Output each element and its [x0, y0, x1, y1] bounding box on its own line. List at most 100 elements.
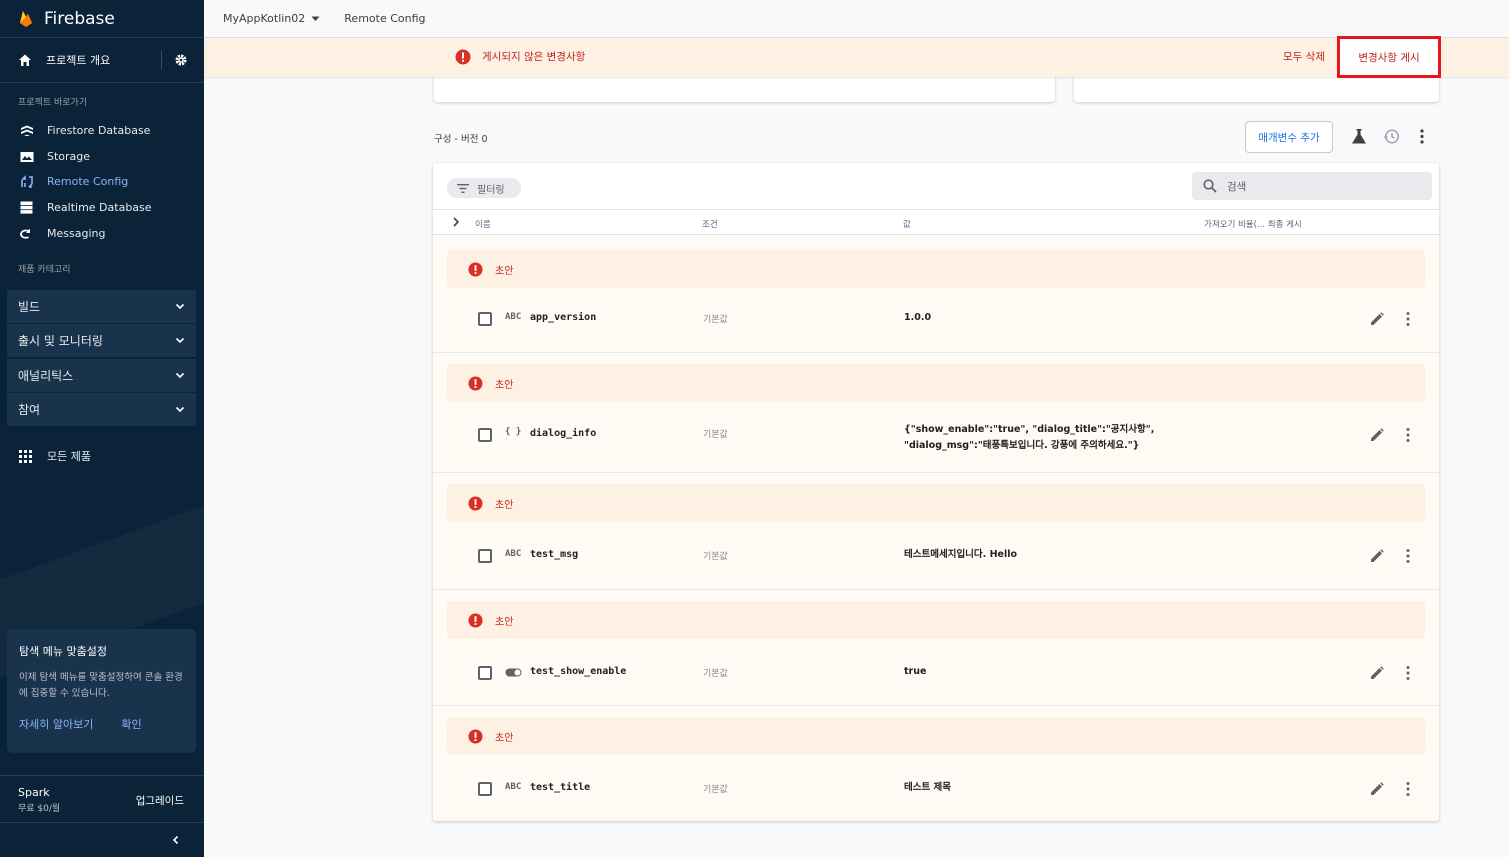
string-type-icon: ABC	[505, 782, 522, 792]
more-vert-icon[interactable]	[1418, 128, 1426, 145]
edit-icon[interactable]	[1369, 311, 1385, 327]
more-vert-icon[interactable]	[1405, 781, 1411, 797]
sidebar-item-firestore[interactable]: Firestore Database	[0, 118, 204, 143]
more-vert-icon[interactable]	[1405, 427, 1411, 443]
row-checkbox[interactable]	[478, 428, 492, 442]
more-vert-icon[interactable]	[1405, 665, 1411, 681]
gear-icon[interactable]	[174, 53, 188, 67]
chevron-left-icon[interactable]	[170, 834, 182, 846]
chevron-down-icon	[175, 337, 185, 344]
categories-title: 제품 카테고리	[18, 265, 71, 275]
sidebar-item-remote-config[interactable]: Remote Config	[0, 169, 204, 194]
chevron-right-icon[interactable]	[451, 216, 461, 228]
project-selector[interactable]: MyAppKotlin02	[223, 12, 320, 25]
plan-info: Spark 무료 $0/월 업그레이드	[0, 775, 204, 823]
learn-more-link[interactable]: 자세히 알아보기	[19, 716, 93, 732]
row-checkbox[interactable]	[478, 666, 492, 680]
project-name: MyAppKotlin02	[223, 12, 306, 25]
sidebar-item-label: Firestore Database	[47, 124, 151, 137]
parameters-panel: 필터링 검색 이름 조건 값 가져오기 비율(... 최종 게시 초안 ABC …	[433, 163, 1439, 821]
filter-chip[interactable]: 필터링	[447, 178, 521, 198]
sidebar: Firebase 프로젝트 개요 프로젝트 바로가기 Firestore Dat…	[0, 0, 204, 857]
category-label: 참여	[18, 403, 41, 417]
sidebar-item-realtime-database[interactable]: Realtime Database	[0, 195, 204, 220]
firestore-icon	[19, 123, 34, 138]
table-header: 이름 조건 값 가져오기 비율(... 최종 게시	[433, 209, 1439, 235]
flask-icon[interactable]	[1351, 128, 1367, 145]
publish-changes-button[interactable]: 변경사항 게시	[1337, 36, 1441, 78]
upgrade-button[interactable]: 업그레이드	[136, 793, 184, 808]
column-value: 값	[903, 220, 911, 230]
json-type-icon: { }	[505, 427, 522, 437]
edit-icon[interactable]	[1369, 548, 1385, 564]
edit-icon[interactable]	[1369, 665, 1385, 681]
draft-badge: 초안	[447, 717, 1425, 755]
param-condition: 기본값	[703, 785, 728, 795]
all-products[interactable]: 모든 제품	[0, 445, 204, 467]
table-row: ABC test_title 기본값 테스트 제목	[433, 773, 1439, 805]
draft-label: 초안	[495, 499, 514, 511]
confirm-link[interactable]: 확인	[121, 716, 141, 732]
row-checkbox[interactable]	[478, 782, 492, 796]
sidebar-header[interactable]: Firebase	[0, 0, 204, 38]
table-row: { } dialog_info 기본값 {"show_enable":"true…	[433, 419, 1439, 459]
category-build[interactable]: 빌드	[7, 290, 196, 323]
sidebar-item-label: Storage	[47, 150, 91, 163]
messaging-icon	[19, 226, 34, 241]
sidebar-item-label: Realtime Database	[47, 201, 152, 214]
edit-icon[interactable]	[1369, 781, 1385, 797]
draft-label: 초안	[495, 379, 514, 391]
param-value: {"show_enable":"true", "dialog_title":"공…	[904, 422, 1154, 454]
sidebar-item-messaging[interactable]: Messaging	[0, 221, 204, 246]
version-text: 구성 - 버전	[434, 134, 479, 145]
error-icon	[468, 261, 483, 277]
column-condition: 조건	[702, 220, 718, 230]
filter-icon	[457, 183, 469, 193]
search-input[interactable]: 검색	[1192, 172, 1432, 200]
param-condition: 기본값	[703, 315, 728, 325]
row-checkbox[interactable]	[478, 549, 492, 563]
table-row: ABC app_version 기본값 1.0.0	[433, 303, 1439, 335]
chevron-down-icon	[175, 303, 185, 310]
promo-description: 이제 탐색 메뉴를 맞춤설정하여 콘솔 환경에 집중할 수 있습니다.	[19, 672, 183, 699]
more-vert-icon[interactable]	[1405, 548, 1411, 564]
parameter-group: 초안 test_show_enable 기본값 true	[433, 590, 1439, 706]
param-name: test_msg	[530, 549, 579, 560]
add-parameter-button[interactable]: 매개변수 추가	[1245, 121, 1333, 153]
shortcuts-title: 프로젝트 바로가기	[18, 98, 88, 108]
chevron-down-icon	[175, 372, 185, 379]
category-analytics[interactable]: 애널리틱스	[7, 359, 196, 392]
param-value: 테스트 제목	[904, 782, 952, 793]
discard-all-button[interactable]: 모두 삭제	[1283, 49, 1325, 64]
dropdown-arrow-icon	[311, 16, 320, 21]
category-release-monitor[interactable]: 출시 및 모니터링	[7, 324, 196, 357]
error-icon	[468, 375, 483, 391]
string-type-icon: ABC	[505, 549, 522, 559]
more-vert-icon[interactable]	[1405, 311, 1411, 327]
category-label: 빌드	[18, 300, 41, 314]
param-condition: 기본값	[703, 430, 728, 440]
page-title: Remote Config	[344, 12, 426, 25]
sidebar-item-label: Messaging	[47, 227, 106, 240]
version-label: 구성 - 버전 0	[434, 131, 488, 145]
realtime-database-icon	[19, 200, 34, 215]
parameter-group: 초안 ABC test_title 기본값 테스트 제목	[433, 706, 1439, 821]
error-icon	[455, 49, 471, 65]
search-icon	[1203, 179, 1217, 193]
draft-badge: 초안	[447, 364, 1425, 402]
row-checkbox[interactable]	[478, 312, 492, 326]
storage-icon	[19, 149, 34, 164]
param-value: 테스트메세지입니다. Hello	[904, 549, 1018, 560]
firebase-logo-icon	[20, 10, 32, 27]
param-value: true	[904, 666, 927, 677]
search-placeholder: 검색	[1227, 180, 1247, 193]
param-condition: 기본값	[703, 552, 728, 562]
sidebar-item-storage[interactable]: Storage	[0, 144, 204, 169]
project-overview-label: 프로젝트 개요	[46, 54, 111, 67]
edit-icon[interactable]	[1369, 427, 1385, 443]
history-icon[interactable]	[1383, 128, 1400, 145]
version-number: 0	[481, 134, 488, 145]
promo-title: 탐색 메뉴 맞춤설정	[19, 645, 107, 658]
category-engage[interactable]: 참여	[7, 393, 196, 426]
project-overview[interactable]: 프로젝트 개요	[0, 38, 204, 83]
